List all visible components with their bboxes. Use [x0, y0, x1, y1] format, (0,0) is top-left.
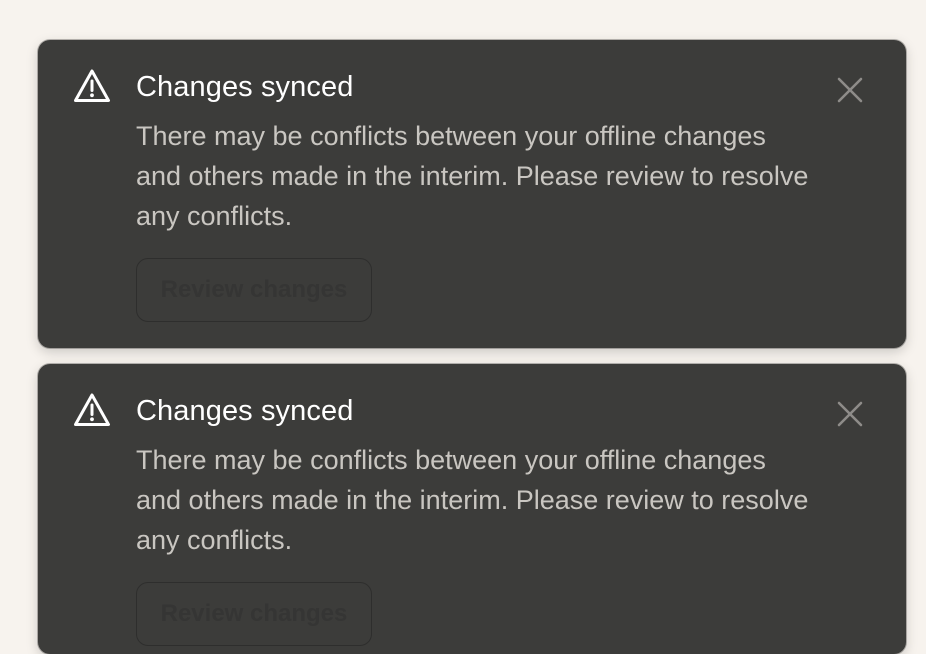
- close-button[interactable]: [836, 400, 864, 428]
- toast-message: There may be conflicts between your offl…: [136, 121, 809, 231]
- close-icon[interactable]: [836, 400, 864, 428]
- close-icon[interactable]: [836, 76, 864, 104]
- warning-triangle-icon: [73, 68, 111, 104]
- close-button[interactable]: [836, 76, 864, 104]
- toast-title: Changes synced: [136, 71, 354, 103]
- toast-message: There may be conflicts between your offl…: [136, 445, 809, 555]
- toast-notification: Changes synced There may be conflicts be…: [38, 364, 906, 654]
- review-changes-button[interactable]: Review changes: [136, 258, 372, 322]
- warning-triangle-icon: [73, 392, 111, 428]
- toast-title: Changes synced: [136, 395, 354, 427]
- review-changes-button[interactable]: Review changes: [136, 582, 372, 646]
- toast-notification: Changes synced There may be conflicts be…: [38, 40, 906, 348]
